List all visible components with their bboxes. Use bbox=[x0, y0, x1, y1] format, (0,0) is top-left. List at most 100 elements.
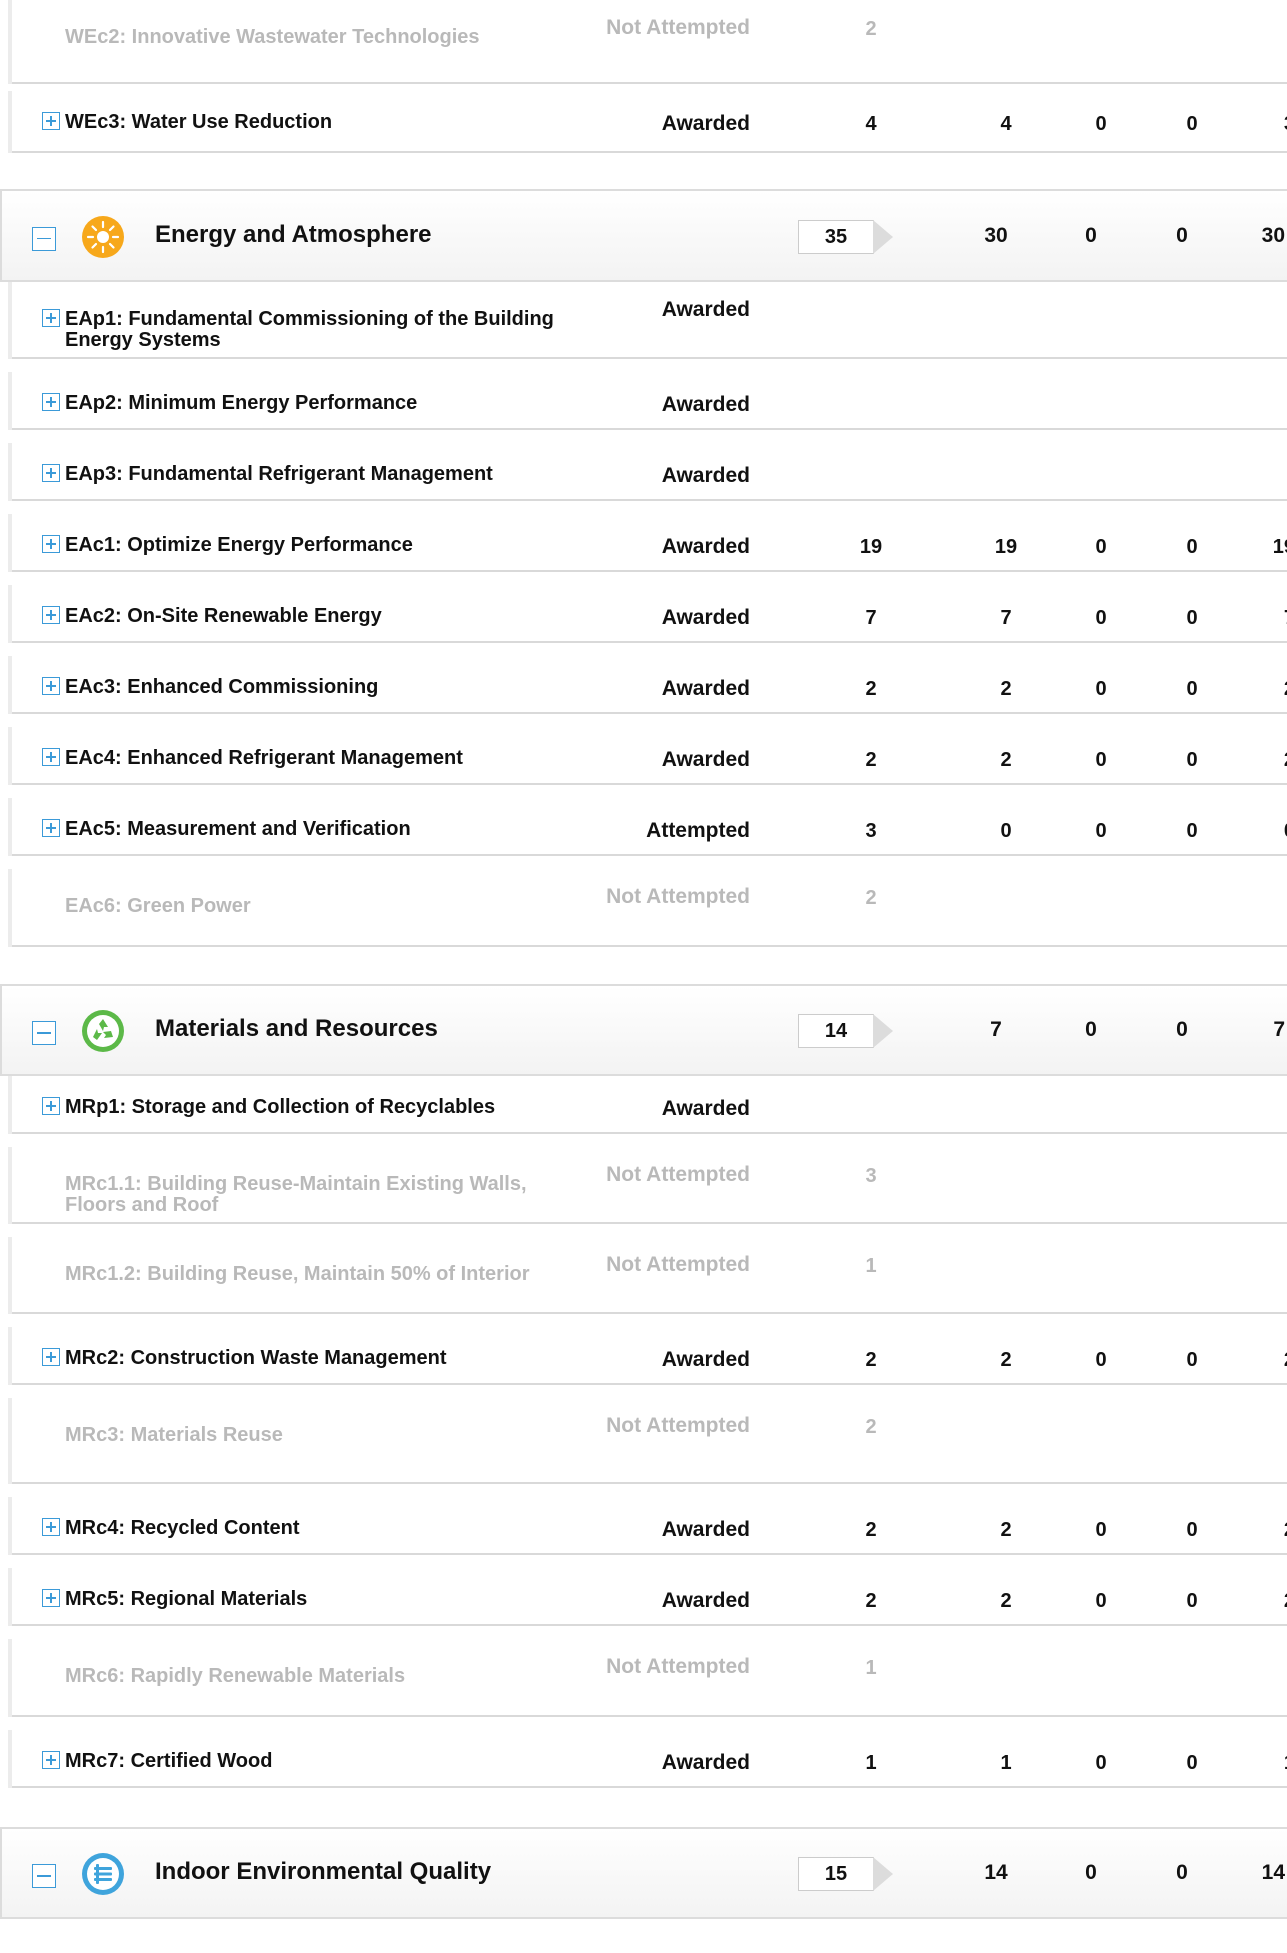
points-possible: 2 bbox=[865, 1590, 877, 1612]
credit-row[interactable]: MRc4: Recycled Content Awarded 2 2 0 0 2 bbox=[12, 1497, 1287, 1555]
points-possible: 1 bbox=[865, 1255, 877, 1277]
credit-row[interactable]: MRc5: Regional Materials Awarded 2 2 0 0 2 bbox=[12, 1568, 1287, 1626]
points-pending: 0 bbox=[1186, 1519, 1198, 1541]
credit-name: MRc4: Recycled Content bbox=[65, 1517, 300, 1539]
credit-status: Awarded bbox=[661, 677, 750, 700]
credit-row[interactable]: MRc2: Construction Waste Management Award… bbox=[12, 1327, 1287, 1385]
points-awarded: 7 bbox=[1253, 606, 1287, 630]
credit-row[interactable]: MRc1.2: Building Reuse, Maintain 50% of … bbox=[12, 1237, 1287, 1314]
points-denied: 0 bbox=[1095, 749, 1107, 771]
credit-status: Awarded bbox=[661, 464, 750, 487]
credit-row[interactable]: EAc5: Measurement and Verification Attemp… bbox=[12, 798, 1287, 856]
credit-status: Not Attempted bbox=[606, 885, 750, 908]
badge-arrow bbox=[873, 1857, 893, 1891]
points-denied: 0 bbox=[1085, 1861, 1097, 1884]
category-header[interactable]: Materials and Resources 14 7 0 0 7 bbox=[0, 984, 1287, 1076]
points-awarded: 0 bbox=[1253, 819, 1287, 843]
points-pending: 0 bbox=[1186, 749, 1198, 771]
points-possible-badge: 15 bbox=[798, 1857, 894, 1893]
credit-status: Awarded bbox=[661, 1348, 750, 1371]
points-possible: 2 bbox=[865, 678, 877, 700]
points-possible: 2 bbox=[865, 1349, 877, 1371]
points-denied: 0 bbox=[1095, 820, 1107, 842]
credit-row[interactable]: EAc1: Optimize Energy Performance Awarded… bbox=[12, 514, 1287, 572]
points-denied: 0 bbox=[1095, 113, 1107, 135]
points-denied: 0 bbox=[1095, 1752, 1107, 1774]
credit-status: Not Attempted bbox=[606, 1253, 750, 1276]
points-denied: 0 bbox=[1095, 1590, 1107, 1612]
credit-status: Awarded bbox=[661, 606, 750, 629]
expand-icon[interactable] bbox=[42, 535, 60, 553]
points-attempted: 14 bbox=[984, 1861, 1008, 1884]
credit-row[interactable]: EAp2: Minimum Energy Performance Awarded bbox=[12, 372, 1287, 430]
points-possible: 7 bbox=[865, 607, 877, 629]
badge-value: 15 bbox=[798, 1857, 874, 1891]
credit-status: Awarded bbox=[661, 535, 750, 558]
credit-row[interactable]: EAc3: Enhanced Commissioning Awarded 2 2 0 0 2 bbox=[12, 656, 1287, 714]
collapse-icon[interactable] bbox=[32, 1864, 56, 1888]
credit-status: Awarded bbox=[661, 1097, 750, 1120]
points-possible: 1 bbox=[865, 1657, 877, 1679]
credit-row[interactable]: EAc4: Enhanced Refrigerant Management Awa… bbox=[12, 727, 1287, 785]
credit-status: Awarded bbox=[661, 298, 750, 321]
points-attempted: 1 bbox=[1000, 1752, 1012, 1774]
points-attempted: 30 bbox=[984, 223, 1008, 247]
expand-icon[interactable] bbox=[42, 112, 60, 130]
category-header[interactable]: Indoor Environmental Quality 15 14 0 0 14 bbox=[0, 1827, 1287, 1919]
points-possible-badge: 35 bbox=[798, 219, 894, 256]
expand-icon[interactable] bbox=[42, 677, 60, 695]
points-pending: 0 bbox=[1186, 820, 1198, 842]
expand-icon[interactable] bbox=[42, 1589, 60, 1607]
points-attempted: 2 bbox=[1000, 749, 1012, 771]
credit-row[interactable]: EAp1: Fundamental Commissioning of the B… bbox=[12, 282, 1287, 359]
points-attempted: 2 bbox=[1000, 1349, 1012, 1371]
collapse-icon[interactable] bbox=[32, 226, 56, 251]
points-awarded: 19 bbox=[1272, 536, 1287, 558]
credit-row[interactable]: MRp1: Storage and Collection of Recyclab… bbox=[12, 1076, 1287, 1134]
expand-icon[interactable] bbox=[42, 748, 60, 766]
expand-icon[interactable] bbox=[42, 309, 60, 327]
expand-icon[interactable] bbox=[42, 1097, 60, 1115]
points-pending: 0 bbox=[1186, 1349, 1198, 1371]
credit-row[interactable]: EAc6: Green Power Not Attempted 2 bbox=[12, 869, 1287, 947]
points-attempted: 2 bbox=[1000, 1519, 1012, 1541]
points-awarded: 2 bbox=[1253, 1348, 1287, 1372]
credit-name: MRc6: Rapidly Renewable Materials bbox=[65, 1665, 406, 1687]
points-pending: 0 bbox=[1176, 223, 1188, 247]
credit-row[interactable]: EAc2: On-Site Renewable Energy Awarded 7 7 0… bbox=[12, 585, 1287, 643]
expand-icon[interactable] bbox=[42, 393, 60, 411]
expand-icon[interactable] bbox=[42, 1348, 60, 1366]
points-denied: 0 bbox=[1085, 223, 1097, 247]
credit-row[interactable]: MRc7: Certified Wood Awarded 1 1 0 0 1 bbox=[12, 1730, 1287, 1788]
credit-name: EAc6: Green Power bbox=[65, 895, 251, 917]
credit-status: Attempted bbox=[646, 819, 750, 842]
collapse-icon[interactable] bbox=[32, 1021, 56, 1045]
expand-icon[interactable] bbox=[42, 819, 60, 837]
credit-row[interactable]: WEc3: Water Use Reduction Awarded 4 4 0 0 3 bbox=[12, 91, 1287, 153]
credit-status: Not Attempted bbox=[606, 1414, 750, 1437]
category-title: Energy and Atmosphere bbox=[155, 220, 432, 248]
points-awarded: 2 bbox=[1253, 748, 1287, 772]
points-possible: 1 bbox=[865, 1752, 877, 1774]
points-attempted: 7 bbox=[990, 1018, 1002, 1041]
points-possible: 2 bbox=[865, 1519, 877, 1541]
credit-name: MRc5: Regional Materials bbox=[65, 1588, 308, 1610]
credit-row[interactable]: EAp3: Fundamental Refrigerant Management… bbox=[12, 443, 1287, 501]
credit-row[interactable]: MRc6: Rapidly Renewable Materials Not Att… bbox=[12, 1639, 1287, 1717]
credit-row[interactable]: MRc3: Materials Reuse Not Attempted 2 bbox=[12, 1398, 1287, 1484]
credit-row[interactable]: MRc1.1: Building Reuse-Maintain Existing… bbox=[12, 1147, 1287, 1224]
expand-icon[interactable] bbox=[42, 464, 60, 482]
credit-status: Awarded bbox=[661, 112, 750, 135]
points-possible: 3 bbox=[865, 820, 877, 842]
expand-icon[interactable] bbox=[42, 1518, 60, 1536]
points-denied: 0 bbox=[1085, 1018, 1097, 1041]
credit-row[interactable]: WEc2: Innovative Wastewater Technologies… bbox=[12, 0, 1287, 84]
category-header[interactable]: Energy and Atmosphere 35 30 0 0 30 bbox=[0, 189, 1287, 282]
category-title: Materials and Resources bbox=[155, 1015, 438, 1042]
credit-name: EAc3: Enhanced Commissioning bbox=[65, 676, 379, 698]
credit-name: EAc5: Measurement and Verification bbox=[65, 818, 411, 840]
points-denied: 0 bbox=[1095, 607, 1107, 629]
expand-icon[interactable] bbox=[42, 606, 60, 624]
points-possible-badge: 14 bbox=[798, 1014, 894, 1050]
expand-icon[interactable] bbox=[42, 1751, 60, 1769]
